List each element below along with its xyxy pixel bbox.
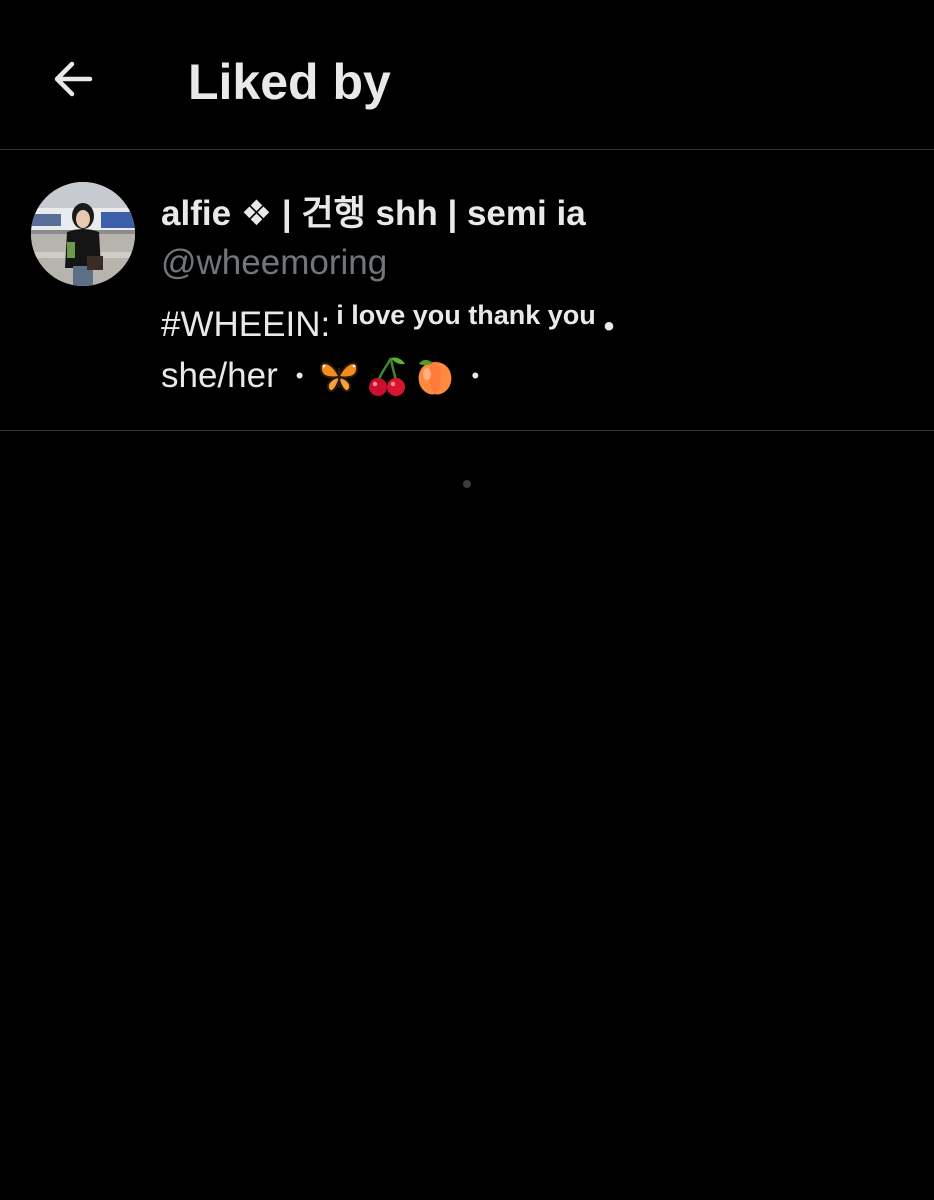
user-cell[interactable]: alfie ❖ | 건행 shh | semi ia @wheemoring #… [0,150,934,431]
bio-separator: • [295,363,304,388]
display-name: alfie ❖ | 건행 shh | semi ia [161,194,586,233]
peach-icon [413,354,457,398]
back-button[interactable] [44,50,102,108]
bio-hashtag: #WHEEIN: [161,305,331,344]
butterfly-icon [317,354,361,398]
bio-line: she/her • • [161,351,479,401]
page-title: Liked by [188,54,391,110]
bio-line: #WHEEIN: i love you thank you • [161,300,615,348]
top-bar: Liked by [0,0,934,150]
user-handle: @wheemoring [161,243,388,282]
bio-small-text: i love you thank you [336,300,596,330]
bio-dot: • [603,310,615,343]
bio-separator: • [471,363,480,388]
avatar[interactable] [31,182,135,286]
arrow-left-icon [54,61,93,97]
loading-indicator [463,480,471,488]
bio-pronouns: she/her [161,356,278,395]
cherries-icon [365,354,409,398]
